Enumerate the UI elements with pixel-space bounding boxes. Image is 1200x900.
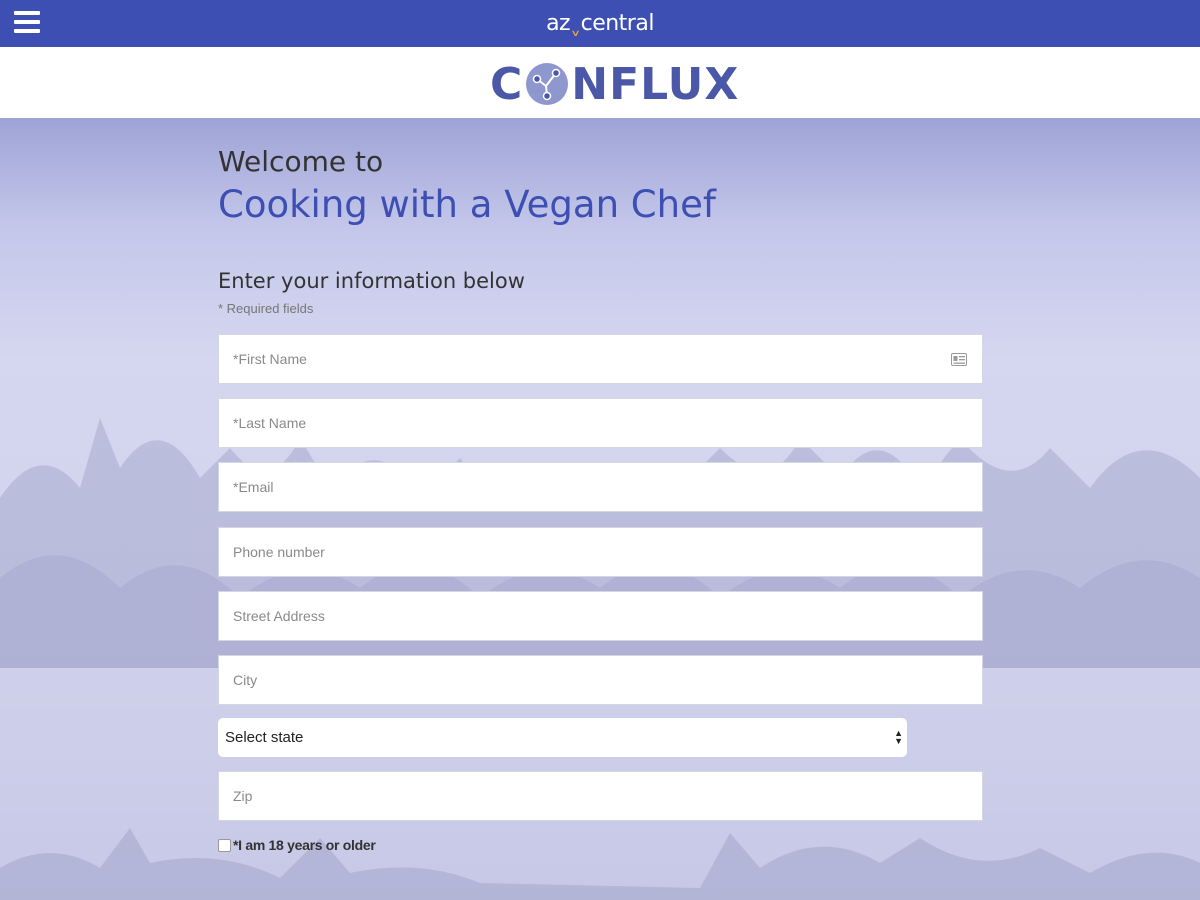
registration-hero: Welcome to Cooking with a Vegan Chef Ent… <box>0 118 1200 900</box>
contact-card-icon[interactable] <box>951 353 967 366</box>
form-heading: Enter your information below <box>218 269 525 293</box>
logo-suffix: NFLUX <box>571 58 740 110</box>
welcome-text: Welcome to <box>218 145 384 178</box>
city-input[interactable] <box>219 656 982 704</box>
conflux-logo: C NFLUX <box>490 58 740 110</box>
email-field <box>218 462 983 512</box>
brand-swoosh-icon: ˬ <box>570 11 581 36</box>
age-checkbox[interactable] <box>218 838 231 852</box>
molecule-icon <box>526 63 569 105</box>
zip-input[interactable] <box>219 772 982 820</box>
azcentral-brand-logo[interactable]: azˬcentral <box>0 0 1200 47</box>
logo-c-letter: C <box>490 58 524 110</box>
state-select[interactable]: Select state ▲ ▼ <box>218 718 907 757</box>
conflux-logo-bar: C NFLUX <box>0 47 1200 118</box>
age-confirmation-row: *I am 18 years or older <box>218 837 376 853</box>
select-arrows-icon: ▲ ▼ <box>894 728 903 746</box>
street-address-field <box>218 591 983 641</box>
brand-prefix: az <box>546 11 571 36</box>
phone-field <box>218 527 983 577</box>
first-name-field <box>218 334 983 384</box>
first-name-input[interactable] <box>219 335 982 383</box>
required-fields-note: * Required fields <box>218 301 314 316</box>
state-select-value: Select state <box>225 729 304 746</box>
zip-field <box>218 771 983 821</box>
event-title: Cooking with a Vegan Chef <box>218 183 716 226</box>
brand-suffix: central <box>580 11 655 36</box>
city-field <box>218 655 983 705</box>
crowd-hands-image <box>0 828 1200 900</box>
phone-input[interactable] <box>219 528 982 576</box>
email-input[interactable] <box>219 463 982 511</box>
street-address-input[interactable] <box>219 592 982 640</box>
top-navigation-bar: azˬcentral <box>0 0 1200 47</box>
age-checkbox-label[interactable]: *I am 18 years or older <box>233 837 376 853</box>
last-name-field <box>218 398 983 448</box>
last-name-input[interactable] <box>219 399 982 447</box>
